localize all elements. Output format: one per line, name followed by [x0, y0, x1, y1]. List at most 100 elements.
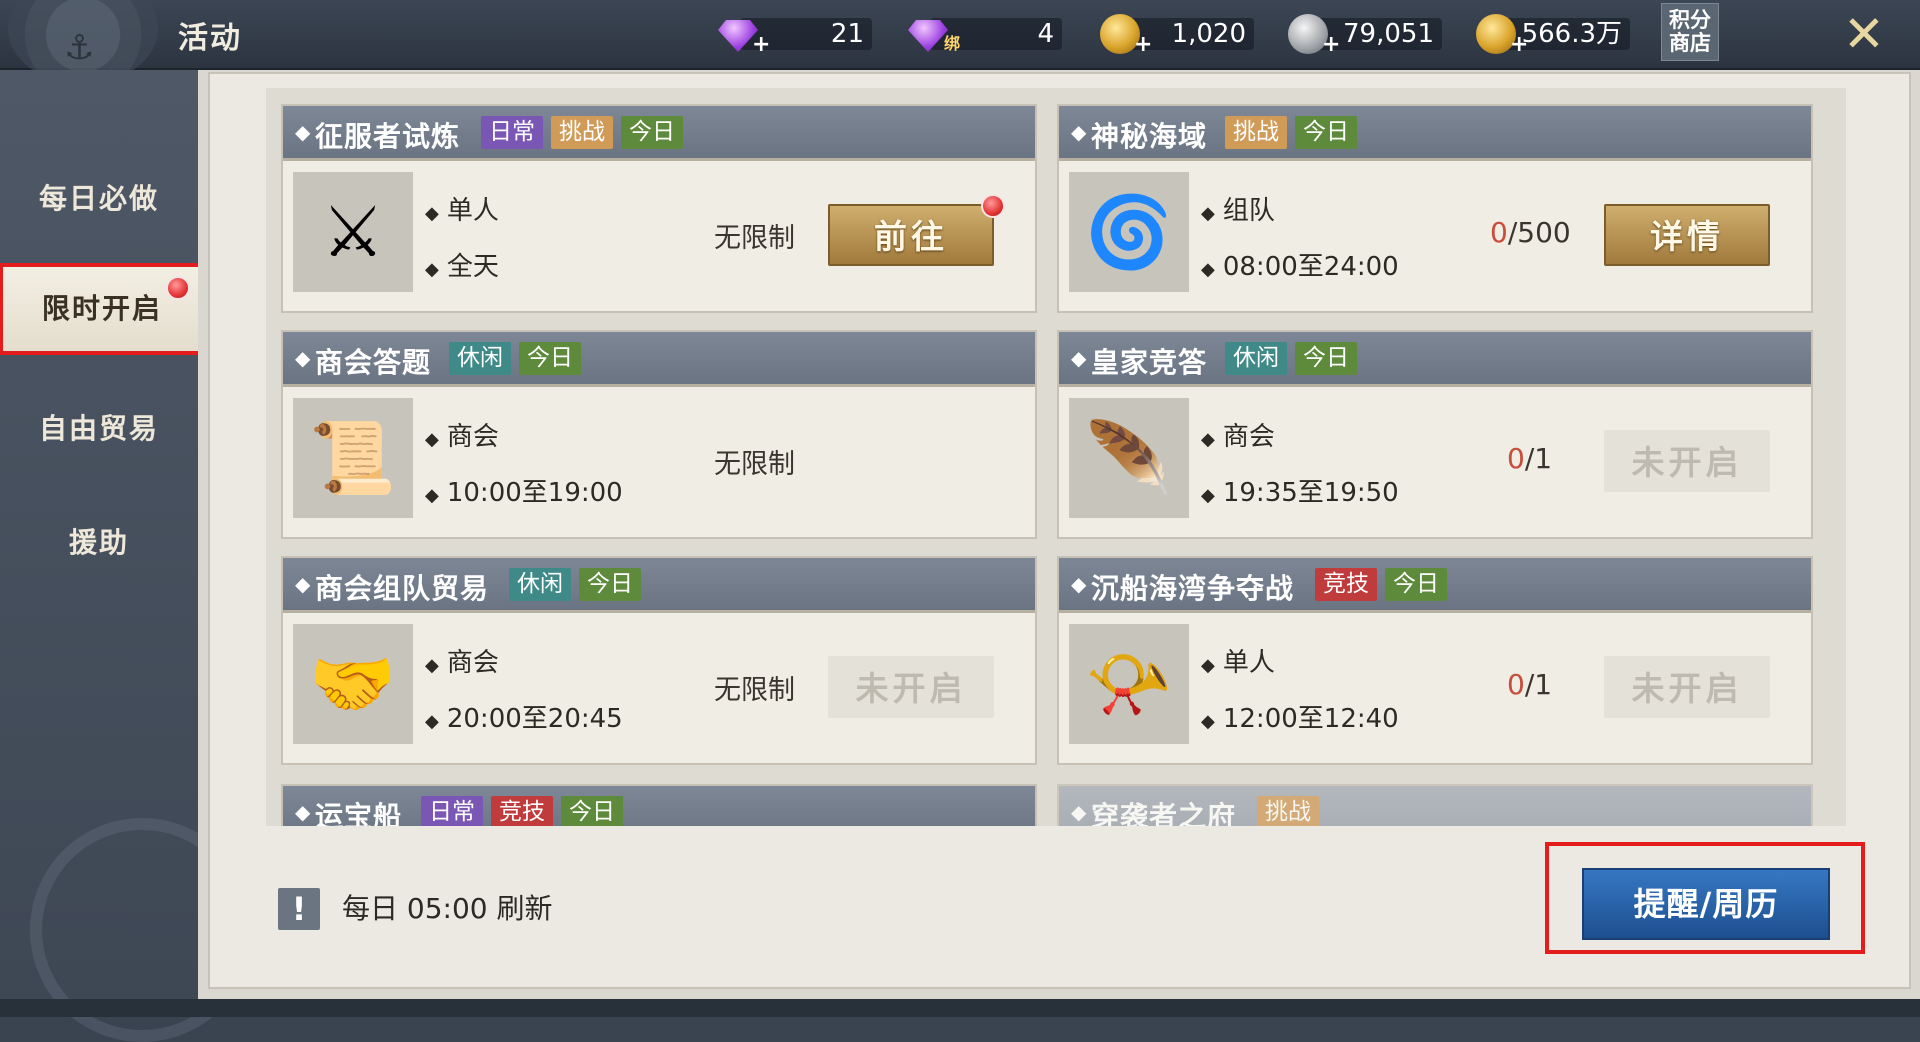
activity-title: 皇家竞答 — [1091, 346, 1208, 379]
tag-list: 挑战 今日 — [1217, 116, 1357, 149]
plus-icon[interactable]: + — [1134, 32, 1152, 57]
tag: 挑战 — [551, 116, 613, 149]
tag: 今日 — [561, 796, 623, 826]
handshake-coin-icon: 🤝 — [293, 624, 413, 744]
card-header: ◆ 商会组队贸易 休闲 今日 — [283, 558, 1035, 613]
diamond-bullet-icon: ◆ — [1071, 346, 1087, 370]
card-header: ◆ 神秘海域 挑战 今日 — [1059, 106, 1811, 161]
tag: 挑战 — [1257, 796, 1319, 826]
sidebar-item-assist[interactable]: 援助 — [0, 498, 198, 588]
tag: 挑战 — [1225, 116, 1287, 149]
anchor-icon: ⚓ — [64, 28, 95, 68]
activity-card: ◆ 商会组队贸易 休闲 今日 🤝 ◆ 商会 ◆ 20:00至20:45 无限制 未开启 — [281, 556, 1037, 765]
activity-mode: ◆ 商会 — [425, 648, 499, 678]
activity-card: ◆ 征服者试炼 日常 挑战 今日 ⚔ ◆ 单人 ◆ 全天 无限制 前往 — [281, 104, 1037, 313]
page-title: 活动 — [178, 21, 242, 56]
activity-card: ◆ 沉船海湾争夺战 竞技 今日 📯 ◆ 单人 ◆ 12:00至12:40 0/1 未开… — [1057, 556, 1813, 765]
tag: 今日 — [621, 116, 683, 149]
reminder-calendar-button[interactable]: 提醒/周历 — [1582, 868, 1830, 940]
notification-dot — [981, 194, 1005, 218]
tag: 今日 — [1385, 568, 1447, 601]
activity-time: ◆ 08:00至24:00 — [1201, 252, 1399, 282]
activity-mode: ◆ 组队 — [1201, 196, 1275, 226]
sidebar-item-limited-time[interactable]: 限时开启 — [0, 263, 205, 355]
activity-card: ◆ 皇家竞答 休闲 今日 🪶 ◆ 商会 ◆ 19:35至19:50 0/1 未开启 — [1057, 330, 1813, 539]
diamond-bullet-icon: ◆ — [295, 120, 311, 144]
card-header: ◆ 穿袭者之府 挑战 — [1059, 786, 1811, 826]
points-shop-label: 积分 商店 — [1669, 7, 1711, 55]
tag-list: 挑战 — [1249, 796, 1319, 826]
refresh-notice: 每日 05:00 刷新 — [342, 892, 553, 925]
horn-icon: 📯 — [1069, 624, 1189, 744]
diamond-bullet-icon: ◆ — [295, 346, 311, 370]
not-open-button[interactable]: 未开启 — [828, 656, 994, 718]
participation-limit: 无限制 — [714, 675, 795, 706]
sidebar-item-label: 自由贸易 — [38, 412, 159, 445]
exclamation-icon: ! — [278, 888, 320, 930]
not-open-button[interactable]: 未开启 — [1604, 656, 1770, 718]
participation-count: 0/1 — [1507, 442, 1553, 475]
activity-card: ◆ 商会答题 休闲 今日 📜 ◆ 商会 ◆ 10:00至19:00 无限制 — [281, 330, 1037, 539]
go-button[interactable]: 前往 — [828, 204, 994, 266]
sidebar-item-label: 援助 — [68, 526, 129, 559]
tag-list: 日常 竞技 今日 — [413, 796, 623, 826]
sidebar: 每日必做 限时开启 自由贸易 援助 — [0, 70, 254, 1042]
activity-title: 征服者试炼 — [315, 120, 461, 153]
tag: 日常 — [481, 116, 543, 149]
activity-mode: ◆ 单人 — [1201, 648, 1275, 678]
activity-card-partial: ◆ 运宝船 日常 竞技 今日 — [281, 784, 1037, 826]
card-header: ◆ 皇家竞答 休闲 今日 — [1059, 332, 1811, 387]
notification-dot — [166, 276, 190, 300]
crossed-swords-icon: ⚔ — [293, 172, 413, 292]
activity-title: 沉船海湾争夺战 — [1091, 572, 1295, 605]
activity-time: ◆ 20:00至20:45 — [425, 704, 623, 734]
activity-title: 神秘海域 — [1091, 120, 1208, 153]
tag: 休闲 — [449, 342, 511, 375]
activity-card: ◆ 神秘海域 挑战 今日 🌀 ◆ 组队 ◆ 08:00至24:00 0/500 详情 — [1057, 104, 1813, 313]
scroll-quill-icon: 🪶 — [1069, 398, 1189, 518]
tag-list: 休闲 今日 — [441, 342, 581, 375]
activity-list[interactable]: ◆ 征服者试炼 日常 挑战 今日 ⚔ ◆ 单人 ◆ 全天 无限制 前往 ◆ 神秘海域 挑… — [266, 88, 1846, 826]
close-icon[interactable]: ✕ — [1842, 9, 1886, 59]
participation-limit: 无限制 — [714, 223, 795, 254]
tag: 休闲 — [1225, 342, 1287, 375]
diamond-bullet-icon: ◆ — [295, 572, 311, 596]
plus-icon[interactable]: + — [1510, 32, 1528, 57]
sidebar-item-free-trade[interactable]: 自由贸易 — [0, 384, 198, 474]
activity-card-partial: ◆ 穿袭者之府 挑战 — [1057, 784, 1813, 826]
tag-list: 休闲 今日 — [501, 568, 641, 601]
activity-mode: ◆ 单人 — [425, 196, 499, 226]
diamond-bullet-icon: ◆ — [1071, 572, 1087, 596]
tag: 今日 — [579, 568, 641, 601]
tag: 日常 — [421, 796, 483, 826]
points-shop-button[interactable]: 积分 商店 — [1661, 3, 1719, 61]
activity-title: 商会答题 — [315, 346, 432, 379]
plus-icon[interactable]: + — [752, 32, 770, 57]
top-bar: ⚓ 活动 + 21 绑 4 + 1,020 + 79,051 + 566.3万 … — [0, 0, 1920, 84]
activity-time: ◆ 全天 — [425, 252, 499, 282]
activity-mode: ◆ 商会 — [425, 422, 499, 452]
card-header: ◆ 运宝船 日常 竞技 今日 — [283, 786, 1035, 826]
tag: 休闲 — [509, 568, 571, 601]
diamond-bullet-icon: ◆ — [1071, 800, 1087, 824]
participation-count: 0/1 — [1507, 668, 1553, 701]
participation-count: 0/500 — [1490, 216, 1571, 249]
activity-time: ◆ 12:00至12:40 — [1201, 704, 1399, 734]
activity-title: 穿袭者之府 — [1091, 800, 1237, 826]
activity-time: ◆ 19:35至19:50 — [1201, 478, 1399, 508]
card-header: ◆ 商会答题 休闲 今日 — [283, 332, 1035, 387]
tag: 今日 — [1295, 116, 1357, 149]
sidebar-item-daily[interactable]: 每日必做 — [0, 154, 198, 244]
activity-title: 运宝船 — [315, 800, 403, 826]
participation-limit: 无限制 — [714, 449, 795, 480]
sidebar-item-label: 限时开启 — [41, 292, 162, 325]
book-quill-icon: 📜 — [293, 398, 413, 518]
bottom-strip — [0, 999, 1920, 1017]
vortex-icon: 🌀 — [1069, 172, 1189, 292]
tag-list: 休闲 今日 — [1217, 342, 1357, 375]
details-button[interactable]: 详情 — [1604, 204, 1770, 266]
diamond-bullet-icon: ◆ — [1071, 120, 1087, 144]
plus-icon[interactable]: + — [1322, 32, 1340, 57]
not-open-button[interactable]: 未开启 — [1604, 430, 1770, 492]
activity-mode: ◆ 商会 — [1201, 422, 1275, 452]
